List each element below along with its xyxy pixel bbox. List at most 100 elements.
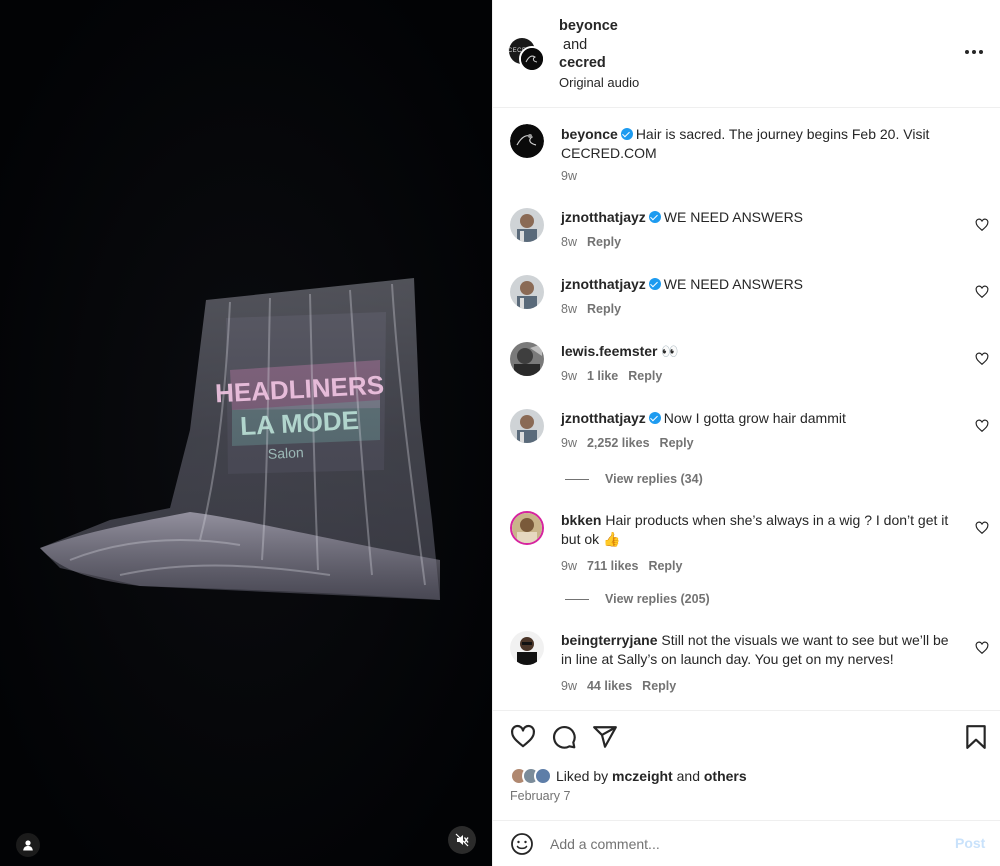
comment-meta: 9w 44 likes Reply — [561, 679, 686, 693]
post-side-panel: CECRED beyonce and cecred Original audio… — [492, 0, 1000, 866]
share-icon[interactable] — [592, 724, 618, 750]
view-replies-line — [565, 478, 589, 480]
reply-button[interactable]: Reply — [660, 436, 694, 450]
mute-icon — [455, 833, 469, 847]
liked-by-connector: and — [676, 768, 700, 784]
post-header: CECRED beyonce and cecred Original audio — [493, 0, 1000, 108]
comment-username[interactable]: jznotthatjayz — [561, 209, 646, 225]
heart-icon[interactable] — [510, 724, 536, 750]
post-date: February 7 — [510, 789, 571, 803]
header-user-cecred[interactable]: cecred — [559, 54, 639, 73]
comment-username[interactable]: jznotthatjayz — [561, 276, 646, 292]
comment-icon[interactable] — [551, 724, 577, 750]
comment-likes[interactable]: 711 likes — [587, 559, 638, 573]
comment-body: Now I gotta grow hair dammit — [663, 410, 846, 426]
reply-button[interactable]: Reply — [587, 235, 621, 249]
comment-meta: 9w 711 likes Reply — [561, 559, 692, 573]
liked-by-text: Liked by mczeight and others — [556, 768, 747, 784]
header-user-beyonce[interactable]: beyonce — [559, 17, 639, 36]
header-and: and — [563, 36, 588, 53]
caption-text: beyonce Hair is sacred. The journey begin… — [561, 125, 961, 163]
comment-username[interactable]: lewis.feemster — [561, 343, 658, 359]
comment-body: WE NEED ANSWERS — [663, 209, 804, 225]
comment-input[interactable] — [550, 833, 930, 855]
emoji-icon[interactable] — [510, 832, 534, 856]
heart-icon[interactable] — [975, 641, 989, 655]
view-replies-button[interactable]: View replies (34) — [565, 472, 703, 486]
neon-text-salon: Salon — [267, 444, 304, 462]
collab-avatars[interactable]: CECRED — [508, 38, 545, 74]
liker-avatar — [534, 767, 552, 785]
avatar-beyonce — [519, 46, 545, 72]
comment-likes[interactable]: 44 likes — [587, 679, 632, 693]
comment-time: 9w — [561, 369, 577, 383]
avatar[interactable] — [510, 124, 544, 158]
post-media[interactable]: HEADLINERS LA MODE Salon — [0, 0, 492, 866]
comment-likes[interactable]: 1 like — [587, 369, 618, 383]
comments-list[interactable]: beyonce Hair is sacred. The journey begin… — [493, 108, 1000, 710]
verified-icon — [648, 278, 661, 290]
comment-username[interactable]: beingterryjane — [561, 632, 657, 648]
comment-time: 8w — [561, 235, 577, 249]
bookmark-icon[interactable] — [963, 724, 989, 750]
avatar[interactable] — [510, 511, 544, 545]
verified-icon — [648, 211, 661, 223]
heart-icon[interactable] — [975, 419, 989, 433]
comment-username[interactable]: jznotthatjayz — [561, 410, 646, 426]
comment-text: jznotthatjayz WE NEED ANSWERS — [561, 208, 961, 227]
more-icon — [965, 50, 969, 54]
audio-link[interactable]: Original audio — [559, 74, 639, 93]
comment-time: 9w — [561, 559, 577, 573]
comment-time: 8w — [561, 302, 577, 316]
heart-icon[interactable] — [975, 352, 989, 366]
post-button[interactable]: Post — [955, 835, 985, 851]
liked-by-user[interactable]: mczeight — [612, 768, 673, 784]
comment-text: bkken Hair products when she’s always in… — [561, 511, 961, 549]
heart-icon[interactable] — [975, 521, 989, 535]
user-tag-icon — [23, 840, 33, 851]
comment-time: 9w — [561, 679, 577, 693]
add-comment-bar: Post — [493, 820, 1000, 866]
comment-likes[interactable]: 2,252 likes — [587, 436, 650, 450]
mute-button[interactable] — [448, 826, 476, 854]
view-replies-line — [565, 598, 589, 600]
avatar[interactable] — [510, 208, 544, 242]
comment-username[interactable]: bkken — [561, 512, 601, 528]
reply-button[interactable]: Reply — [628, 369, 662, 383]
comment-text: lewis.feemster 👀 — [561, 342, 961, 361]
reply-button[interactable]: Reply — [648, 559, 682, 573]
comment-text: jznotthatjayz WE NEED ANSWERS — [561, 275, 961, 294]
liked-by-others[interactable]: others — [704, 768, 747, 784]
comment-meta: 8w Reply — [561, 235, 631, 249]
avatar[interactable] — [510, 275, 544, 309]
comment-body: Hair products when she’s always in a wig… — [561, 512, 949, 547]
reply-button[interactable]: Reply — [587, 302, 621, 316]
comment-meta: 9w 2,252 likes Reply — [561, 436, 704, 450]
reply-button[interactable]: Reply — [642, 679, 676, 693]
view-replies-button[interactable]: View replies (205) — [565, 592, 710, 606]
comment-body: 👀 — [661, 343, 679, 359]
post-actions: Liked by mczeight and others February 7 — [493, 710, 1000, 820]
liked-by: Liked by mczeight and others — [510, 766, 747, 786]
comment-text: jznotthatjayz Now I gotta grow hair dammi… — [561, 409, 961, 428]
neon-text-la-mode: LA MODE — [239, 405, 359, 441]
user-tag-button[interactable] — [16, 833, 40, 857]
verified-icon — [648, 412, 661, 424]
comment-body: WE NEED ANSWERS — [663, 276, 804, 292]
caption-username[interactable]: beyonce — [561, 126, 618, 142]
comment-time: 9w — [561, 436, 577, 450]
more-options-button[interactable] — [961, 44, 987, 60]
heart-icon[interactable] — [975, 218, 989, 232]
avatar[interactable] — [510, 409, 544, 443]
verified-icon — [620, 128, 633, 140]
comment-meta: 8w Reply — [561, 302, 631, 316]
avatar[interactable] — [510, 631, 544, 665]
view-replies-label: View replies (34) — [605, 472, 703, 486]
liked-by-prefix: Liked by — [556, 768, 609, 784]
avatar[interactable] — [510, 342, 544, 376]
caption-time: 9w — [561, 169, 577, 183]
media-artwork: HEADLINERS LA MODE Salon — [0, 0, 492, 866]
comment-text: beingterryjane Still not the visuals we … — [561, 631, 961, 669]
heart-icon[interactable] — [975, 285, 989, 299]
view-replies-label: View replies (205) — [605, 592, 710, 606]
